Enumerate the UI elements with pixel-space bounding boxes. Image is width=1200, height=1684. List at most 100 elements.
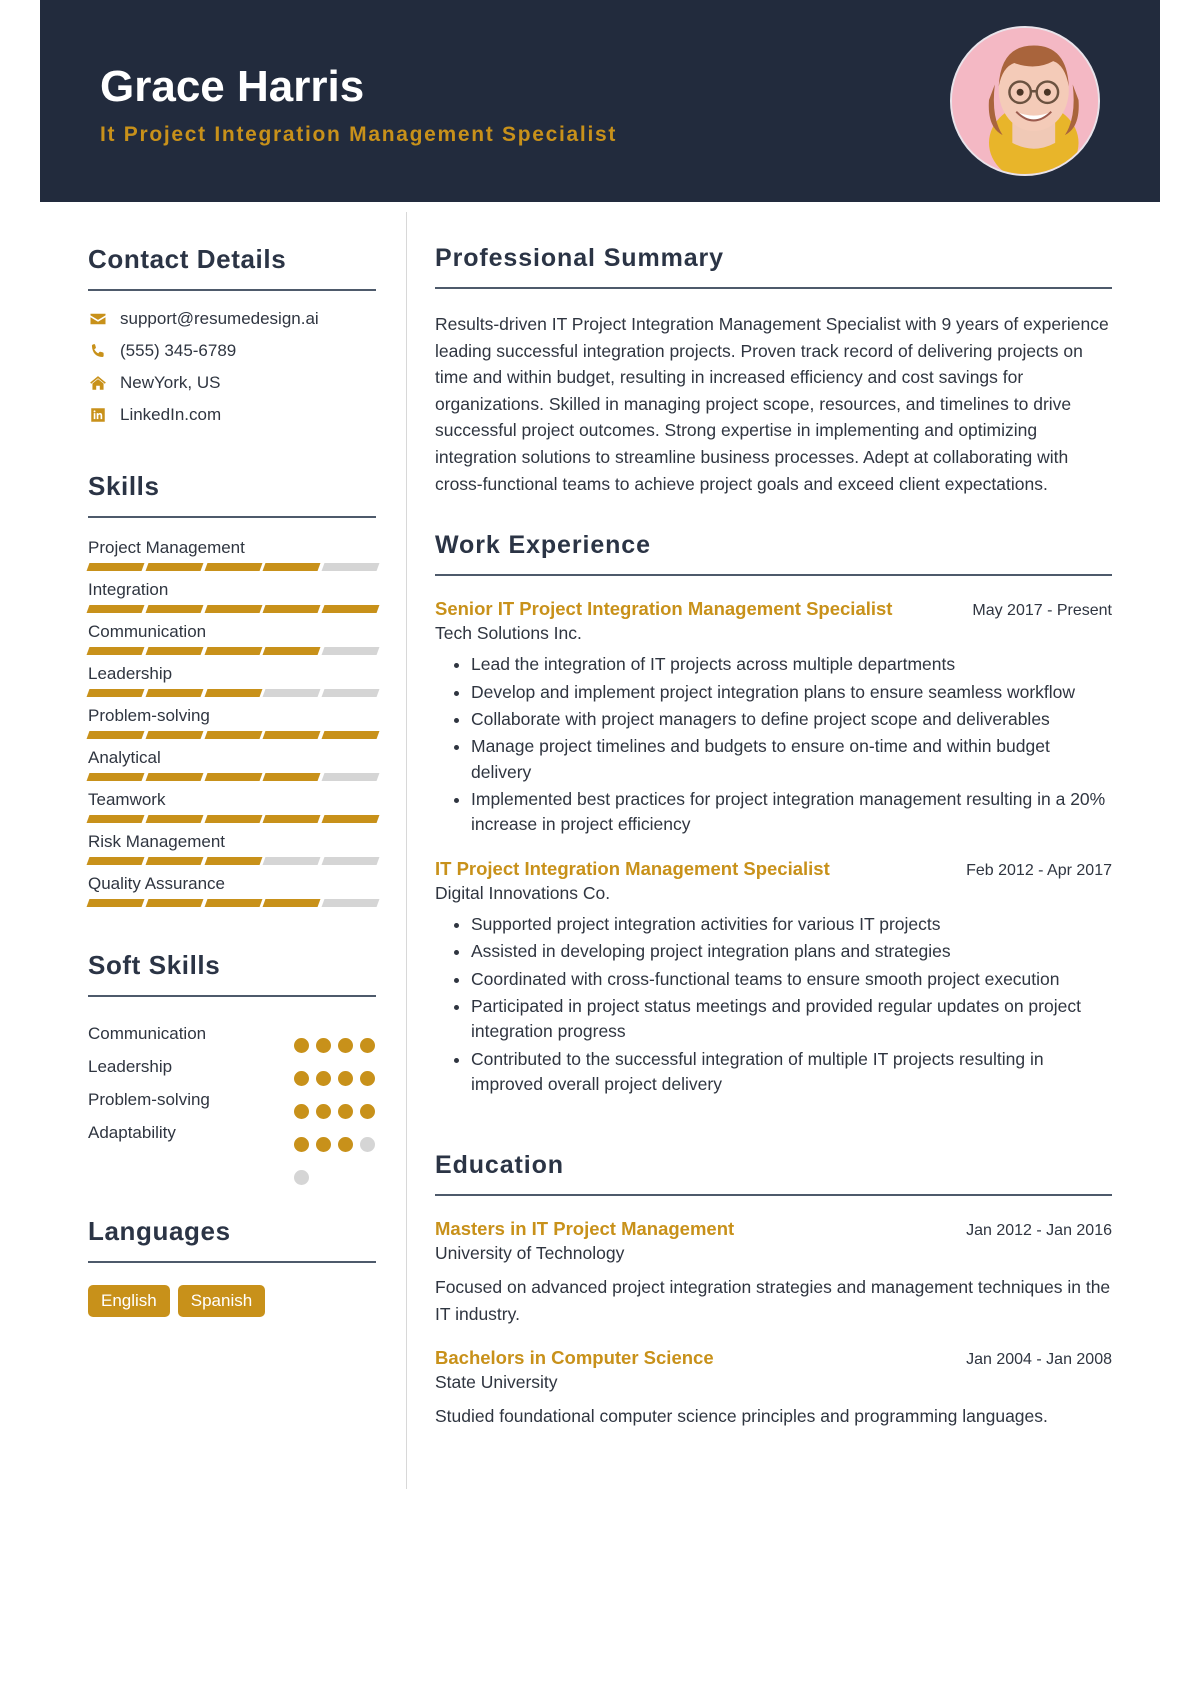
list-item: Coordinated with cross-functional teams … bbox=[471, 967, 1112, 992]
contact-item-phone[interactable]: (555) 345-6789 bbox=[88, 341, 376, 361]
summary-text: Results-driven IT Project Integration Ma… bbox=[435, 314, 1109, 494]
soft-skills-heading: Soft Skills bbox=[88, 950, 221, 980]
skill-bar-segment bbox=[86, 815, 145, 823]
contact-item-email[interactable]: support@resumedesign.ai bbox=[88, 309, 376, 329]
skill-bar-segment bbox=[145, 857, 204, 865]
education-entry-school: State University bbox=[435, 1371, 558, 1392]
education-entry-header: Bachelors in Computer Science Jan 2004 - … bbox=[435, 1347, 1112, 1369]
skill-bar-segment bbox=[321, 773, 380, 781]
home-icon bbox=[88, 373, 108, 393]
rating-dot bbox=[360, 1104, 375, 1119]
work-entry-date: Feb 2012 - Apr 2017 bbox=[966, 861, 1112, 879]
skill-bar-segment bbox=[321, 857, 380, 865]
skill-bar-segment bbox=[86, 899, 145, 907]
soft-skills-heading-rule bbox=[88, 995, 376, 997]
envelope-icon bbox=[88, 309, 108, 329]
resume-page: Grace Harris It Project Integration Mana… bbox=[40, 0, 1160, 1684]
rating-dot bbox=[316, 1104, 331, 1119]
main-content: Professional Summary Results-driven IT P… bbox=[407, 202, 1160, 1489]
education-heading: Education bbox=[435, 1151, 564, 1180]
skill-label: Leadership bbox=[88, 664, 173, 683]
work-heading-rule bbox=[435, 574, 1112, 577]
skill-level-bar bbox=[86, 605, 380, 613]
skill-item: Project Management bbox=[86, 538, 380, 571]
list-item: Contributed to the successful integratio… bbox=[471, 1047, 1112, 1098]
soft-skill-row: Adaptability bbox=[88, 1116, 376, 1152]
list-item: Participated in project status meetings … bbox=[471, 994, 1112, 1045]
skill-item: Integration bbox=[86, 580, 380, 613]
education-entry-description: Focused on advanced project integration … bbox=[435, 1277, 1111, 1324]
contact-item-linkedin[interactable]: LinkedIn.com bbox=[88, 405, 376, 425]
section-languages: Languages English Spanish bbox=[88, 1216, 376, 1317]
education-entry: Masters in IT Project Management Jan 2012… bbox=[435, 1218, 1112, 1327]
soft-skill-label: Problem-solving bbox=[88, 1089, 210, 1109]
contact-item-location[interactable]: NewYork, US bbox=[88, 373, 376, 393]
skill-bar-segment bbox=[262, 689, 321, 697]
skill-bar-segment bbox=[86, 773, 145, 781]
skill-bar-segment bbox=[321, 605, 380, 613]
skill-item: Analytical bbox=[86, 748, 380, 781]
contact-list: support@resumedesign.ai (555) 345-6789 N… bbox=[88, 309, 376, 425]
work-entry-company: Tech Solutions Inc. bbox=[435, 623, 582, 644]
contact-location-value: NewYork, US bbox=[120, 373, 221, 392]
skill-item: Leadership bbox=[86, 664, 380, 697]
skill-bar-segment bbox=[262, 731, 321, 739]
soft-skill-rating-dots bbox=[294, 1104, 376, 1119]
avatar bbox=[950, 26, 1100, 176]
language-tag-list: English Spanish bbox=[88, 1285, 376, 1317]
skill-bar-segment bbox=[86, 731, 145, 739]
rating-dot bbox=[360, 1071, 375, 1086]
skill-bar-segment bbox=[145, 689, 204, 697]
skill-item: Teamwork bbox=[86, 790, 380, 823]
soft-skill-rating-dots bbox=[294, 1137, 376, 1152]
skill-level-bar bbox=[86, 689, 380, 697]
skills-heading: Skills bbox=[88, 471, 160, 501]
work-entry-bullets: Supported project integration activities… bbox=[435, 912, 1112, 1098]
education-heading-rule bbox=[435, 1194, 1112, 1197]
skill-bar-segment bbox=[204, 731, 262, 739]
skill-bar-segment bbox=[262, 899, 321, 907]
resume-header: Grace Harris It Project Integration Mana… bbox=[40, 0, 1160, 202]
resume-body: Contact Details support@resumedesign.ai … bbox=[40, 202, 1160, 1490]
soft-skill-label: Adaptability bbox=[88, 1122, 176, 1142]
skill-bar-segment bbox=[86, 857, 145, 865]
rating-dot bbox=[294, 1038, 309, 1053]
skill-bar-segment bbox=[204, 689, 262, 697]
soft-skill-label: Leadership bbox=[88, 1056, 173, 1076]
skill-label: Teamwork bbox=[88, 790, 166, 809]
rating-dot bbox=[338, 1104, 353, 1119]
soft-skills-list: Communication Leadership Problem-solving Ad… bbox=[88, 1017, 376, 1185]
skill-bar-segment bbox=[145, 605, 204, 613]
education-entry-title: Masters in IT Project Management bbox=[435, 1218, 735, 1240]
work-entry-header: Senior IT Project Integration Management… bbox=[435, 598, 1112, 620]
list-item: Lead the integration of IT projects acro… bbox=[471, 652, 1112, 677]
header-text-block: Grace Harris It Project Integration Mana… bbox=[100, 55, 950, 147]
education-entry-date: Jan 2012 - Jan 2016 bbox=[966, 1222, 1112, 1240]
skill-bar-segment bbox=[145, 647, 204, 655]
skill-label: Problem-solving bbox=[88, 706, 210, 725]
skill-item: Quality Assurance bbox=[86, 874, 380, 907]
header-job-title: It Project Integration Management Specia… bbox=[100, 122, 618, 146]
skill-bar-segment bbox=[204, 857, 262, 865]
skill-item: Problem-solving bbox=[86, 706, 380, 739]
avatar-illustration bbox=[952, 28, 1098, 174]
rating-dot bbox=[294, 1071, 309, 1086]
education-entry-title: Bachelors in Computer Science bbox=[435, 1346, 714, 1368]
skill-bar-segment bbox=[86, 647, 145, 655]
section-skills: Skills Project Management Integration Comm… bbox=[86, 471, 380, 907]
skill-bar-segment bbox=[145, 731, 204, 739]
skill-bar-segment bbox=[86, 605, 145, 613]
work-entry: Senior IT Project Integration Management… bbox=[435, 598, 1112, 838]
skill-bar-segment bbox=[321, 731, 380, 739]
skill-level-bar bbox=[86, 899, 380, 907]
list-item: Develop and implement project integratio… bbox=[471, 680, 1112, 705]
phone-icon bbox=[88, 341, 108, 361]
skill-level-bar bbox=[86, 731, 380, 739]
education-entry-school: University of Technology bbox=[435, 1243, 625, 1264]
language-tag: English bbox=[88, 1285, 170, 1317]
contact-heading-rule bbox=[88, 289, 376, 291]
skill-level-bar bbox=[86, 563, 380, 571]
skill-item: Risk Management bbox=[86, 832, 380, 865]
